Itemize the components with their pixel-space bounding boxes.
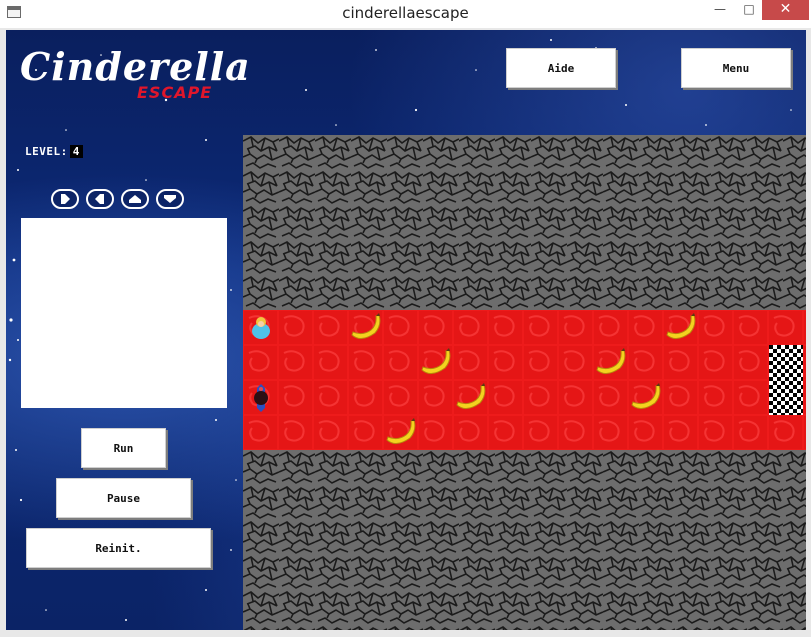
pause-button[interactable]: Pause <box>56 478 191 518</box>
window-titlebar: cinderellaescape — □ ✕ <box>0 0 811 28</box>
arrow-left-icon <box>95 194 104 204</box>
command-up-button[interactable] <box>121 189 149 209</box>
banana-item <box>419 348 453 378</box>
rock-texture-bottom <box>243 450 806 630</box>
banana-item <box>384 418 418 448</box>
road <box>243 310 806 450</box>
window-title: cinderellaescape <box>342 4 469 22</box>
enemy-character <box>254 384 268 412</box>
banana-item <box>629 383 663 413</box>
banana-item <box>594 348 628 378</box>
run-button[interactable]: Run <box>81 428 166 468</box>
road-texture <box>243 310 806 450</box>
level-indicator: LEVEL: 4 <box>25 145 83 158</box>
banana-item <box>349 313 383 343</box>
cinderella-player <box>252 317 270 339</box>
level-value: 4 <box>69 145 83 158</box>
arrow-right-icon <box>61 194 70 204</box>
reinit-button[interactable]: Reinit. <box>26 528 211 568</box>
aide-button[interactable]: Aide <box>506 48 616 88</box>
logo-subtitle: ESCAPE <box>137 83 213 102</box>
banana-item <box>664 313 698 343</box>
command-right-button[interactable] <box>51 189 79 209</box>
rock-wall-top <box>243 135 806 310</box>
game-canvas: Cinderella ESCAPE Aide Menu LEVEL: 4 Run … <box>6 30 806 630</box>
menu-button[interactable]: Menu <box>681 48 791 88</box>
maximize-button[interactable]: □ <box>734 0 764 20</box>
banana-item <box>454 383 488 413</box>
game-board <box>243 135 806 630</box>
command-left-button[interactable] <box>86 189 114 209</box>
level-label: LEVEL: <box>25 145 68 158</box>
command-down-button[interactable] <box>156 189 184 209</box>
program-area[interactable] <box>21 218 227 408</box>
rock-texture-top <box>243 135 806 310</box>
close-button[interactable]: ✕ <box>762 0 809 20</box>
finish-flag <box>769 345 803 415</box>
arrow-up-icon <box>129 195 141 203</box>
arrow-down-icon <box>164 195 176 203</box>
rock-wall-bottom <box>243 450 806 630</box>
logo-title: Cinderella <box>20 44 251 89</box>
minimize-button[interactable]: — <box>705 0 735 20</box>
